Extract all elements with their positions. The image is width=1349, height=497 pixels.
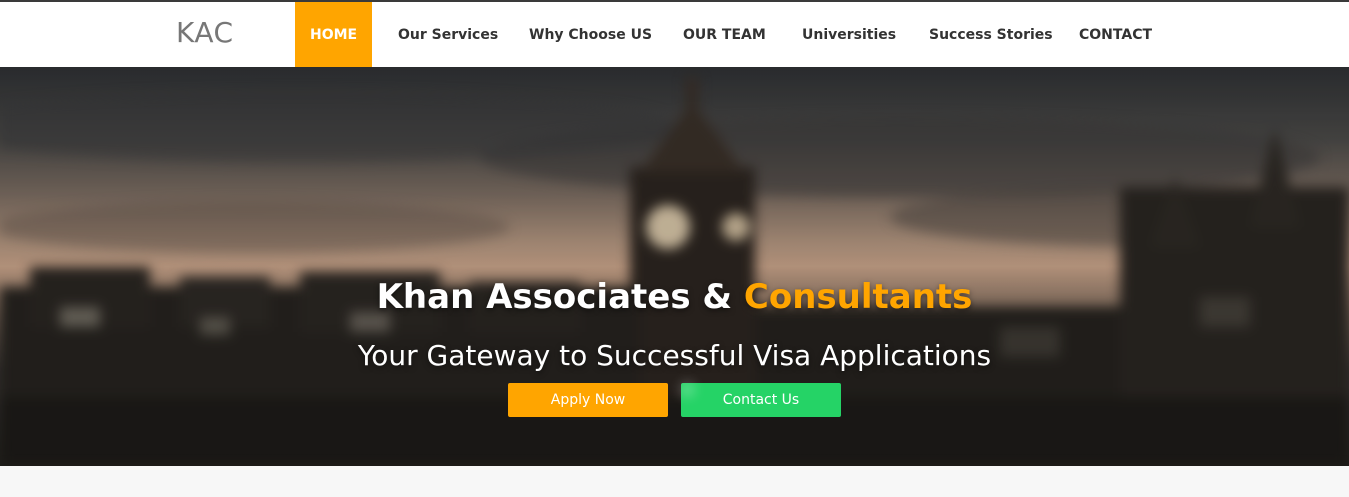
contact-us-button[interactable]: Contact Us xyxy=(681,383,841,417)
whatsapp-icon xyxy=(681,383,694,396)
nav-our-team[interactable]: OUR TEAM xyxy=(683,2,766,67)
hero-title-accent: Consultants xyxy=(743,277,973,317)
page-content-start xyxy=(0,466,1349,497)
nav-home[interactable]: HOME xyxy=(295,2,373,67)
nav-why-choose-us[interactable]: Why Choose US xyxy=(529,2,652,67)
nav-universities[interactable]: Universities xyxy=(802,2,896,67)
apply-now-button[interactable]: Apply Now xyxy=(508,383,668,417)
hero-title: Khan Associates & Consultants xyxy=(0,277,1349,317)
nav-our-services[interactable]: Our Services xyxy=(398,2,498,67)
apply-now-label: Apply Now xyxy=(550,392,626,408)
hero-section: Khan Associates & Consultants Your Gatew… xyxy=(0,67,1349,466)
hero-title-main: Khan Associates & xyxy=(376,277,733,317)
hero-overlay xyxy=(0,67,1349,466)
contact-us-label: Contact Us xyxy=(722,392,800,408)
brand-logo[interactable]: KAC xyxy=(176,16,234,49)
hero-subtitle: Your Gateway to Successful Visa Applicat… xyxy=(357,339,992,372)
navbar: KAC HOME Our Services Why Choose US OUR … xyxy=(0,2,1349,67)
nav-contact[interactable]: CONTACT xyxy=(1079,2,1152,67)
nav-success-stories[interactable]: Success Stories xyxy=(929,2,1053,67)
